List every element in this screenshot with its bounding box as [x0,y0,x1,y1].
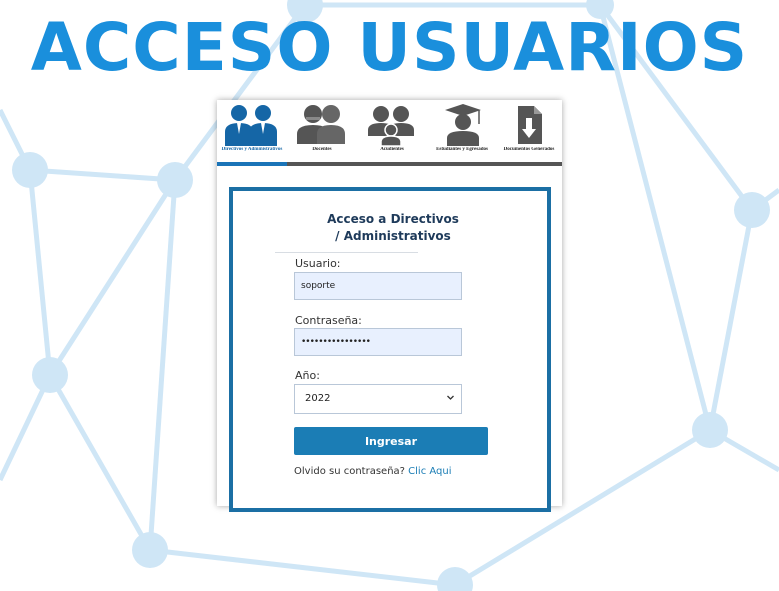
year-select-value: 2022 [305,393,331,404]
active-tab-indicator [217,162,287,166]
managers-icon [225,105,277,146]
user-input[interactable] [294,272,462,300]
tab-documentos[interactable]: Documentos Generados [497,100,561,158]
year-select[interactable]: 2022 [294,384,462,414]
tab-docentes[interactable]: Docentes [289,100,355,158]
forgot-password-row: Olvido su contraseña? Clic Aqui [294,466,452,477]
teachers-icon [297,105,345,144]
graduate-icon [445,104,481,146]
chevron-down-icon [446,393,455,405]
forgot-password-text: Olvido su contraseña? [294,466,405,477]
forgot-password-link[interactable]: Clic Aqui [408,466,451,477]
user-type-tabs: Directivos y Administrativos Docentes Ac… [217,100,562,162]
title-divider [275,252,418,253]
tab-acudientes[interactable]: Acudientes [359,100,425,158]
page-title: ACCESO USUARIOS [30,9,749,86]
login-title-line2: / Administrativos [335,229,451,243]
tab-estudiantes[interactable]: Estudiantes y Egresados [429,100,495,158]
guardians-icon [368,106,414,147]
login-title-line1: Acceso a Directivos [327,212,459,226]
tab-label: Docentes [312,147,332,152]
tab-label: Acudientes [380,147,404,152]
login-panel: Directivos y Administrativos Docentes Ac… [217,100,562,512]
year-label: Año: [295,369,320,382]
password-label: Contraseña: [295,314,362,327]
ingresar-button[interactable]: Ingresar [294,427,488,455]
tab-label: Estudiantes y Egresados [436,147,488,152]
password-input[interactable] [294,328,462,356]
user-label: Usuario: [295,257,341,270]
tab-directivos[interactable]: Directivos y Administrativos [219,100,285,158]
document-download-icon [518,106,542,144]
login-title: Acceso a Directivos / Administrativos [293,211,493,245]
tab-label: Documentos Generados [503,147,555,152]
login-form: Acceso a Directivos / Administrativos Us… [229,187,551,512]
tab-label: Directivos y Administrativos [221,147,283,152]
